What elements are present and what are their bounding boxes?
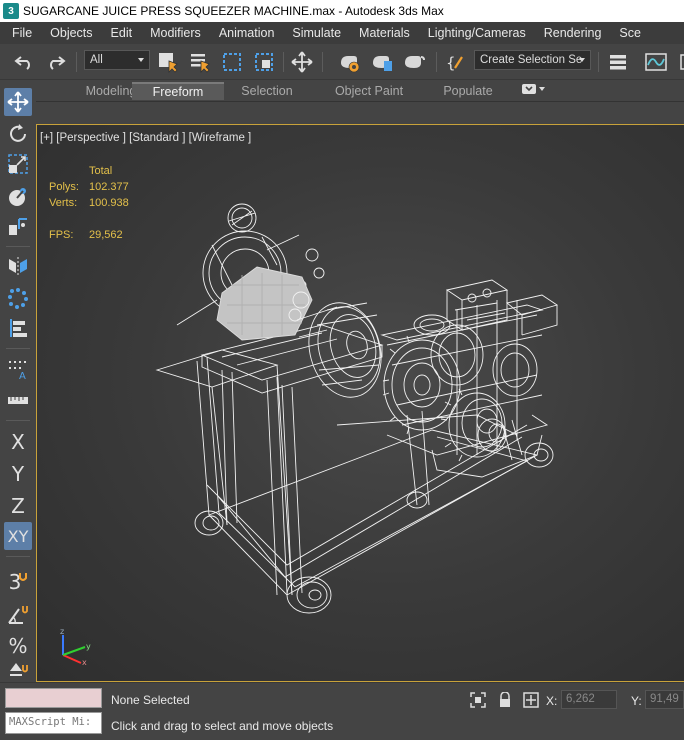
maxscript-listener-input[interactable]: MAXScript Mi: — [5, 712, 102, 734]
toolbar-separator — [598, 52, 599, 72]
measure-icon[interactable] — [4, 386, 32, 414]
menu-bar: File Objects Edit Modifiers Animation Si… — [0, 22, 684, 44]
axis-constraint-xy[interactable]: XY — [4, 522, 32, 550]
chevron-down-icon — [579, 58, 585, 62]
angle-snap-icon[interactable] — [4, 600, 32, 628]
axis-constraint-z[interactable]: Z — [4, 492, 32, 520]
mirror-icon[interactable] — [4, 252, 32, 280]
select-object-icon[interactable] — [156, 50, 180, 74]
menu-objects[interactable]: Objects — [41, 26, 101, 40]
gizmo-x-label: x — [82, 658, 87, 665]
spacing-icon[interactable]: A — [4, 356, 32, 384]
redo-icon[interactable] — [44, 50, 68, 74]
axis-gizmo: z x y — [60, 627, 91, 665]
toolbar-separator — [436, 52, 437, 72]
pivot-icon[interactable] — [4, 212, 32, 240]
panel-separator — [6, 556, 30, 557]
toolbar-separator — [322, 52, 323, 72]
prompt-line: Click and drag to select and move object… — [111, 719, 334, 733]
gizmo-y-label: y — [86, 642, 91, 651]
rectangular-selection-icon[interactable] — [220, 50, 244, 74]
svg-text:A: A — [19, 371, 26, 381]
magnet-icon — [19, 573, 28, 581]
menu-rendering[interactable]: Rendering — [535, 26, 611, 40]
select-and-move-icon[interactable] — [290, 50, 314, 74]
ribbon-tabs: Modeling Freeform Selection Object Paint… — [36, 80, 684, 101]
spinner-snap-icon[interactable] — [4, 660, 32, 680]
window-crossing-icon[interactable] — [252, 50, 276, 74]
undo-icon[interactable] — [12, 50, 36, 74]
ribbon-toggle-icon — [522, 84, 536, 94]
render-icon[interactable] — [402, 50, 426, 74]
gizmo-z-label: z — [60, 627, 64, 636]
wireframe-model[interactable] — [37, 125, 684, 682]
x-coordinate-label: X: — [546, 694, 558, 708]
perspective-viewport[interactable]: [+] [Perspective ] [Standard ] [Wirefram… — [36, 124, 684, 682]
panel-separator — [6, 420, 30, 421]
isolate-selection-icon[interactable] — [469, 691, 487, 709]
window-title: SUGARCANE JUICE PRESS SQUEEZER MACHINE.m… — [23, 4, 444, 18]
array-icon[interactable] — [4, 284, 32, 312]
left-tool-panel: A X Y Z XY 3 % — [0, 80, 36, 682]
menu-animation[interactable]: Animation — [210, 26, 284, 40]
percent-snap-icon[interactable]: % — [4, 632, 32, 660]
layer-explorer-icon[interactable] — [606, 50, 630, 74]
menu-edit[interactable]: Edit — [102, 26, 142, 40]
selection-status: None Selected — [111, 693, 190, 707]
y-coordinate-field[interactable]: 91,49 — [645, 690, 684, 709]
snap-toggle-icon[interactable]: 3 — [4, 568, 32, 596]
select-move-icon[interactable] — [4, 88, 32, 116]
tab-object-paint[interactable]: Object Paint — [326, 82, 412, 100]
toolbar-separator — [283, 52, 284, 72]
chevron-down-icon — [138, 58, 144, 62]
selection-lock-icon[interactable] — [496, 691, 514, 709]
menu-simulate[interactable]: Simulate — [283, 26, 350, 40]
menu-materials[interactable]: Materials — [350, 26, 419, 40]
curve-editor-icon[interactable] — [644, 50, 668, 74]
tab-populate[interactable]: Populate — [436, 82, 500, 100]
schematic-view-icon[interactable] — [674, 50, 684, 74]
chevron-down-icon — [539, 87, 545, 91]
tab-selection[interactable]: Selection — [232, 82, 302, 100]
y-coordinate-label: Y: — [631, 694, 642, 708]
select-by-name-icon[interactable] — [188, 50, 212, 74]
axis-constraint-x[interactable]: X — [4, 428, 32, 456]
named-selection-set-value: Create Selection Se — [480, 54, 583, 66]
tab-freeform[interactable]: Freeform — [132, 82, 224, 100]
panel-separator — [6, 348, 30, 349]
ribbon-panel — [36, 102, 684, 124]
svg-text:{: { — [446, 54, 456, 72]
rotate-icon[interactable] — [4, 120, 32, 148]
axis-constraint-y[interactable]: Y — [4, 460, 32, 488]
app-icon[interactable]: 3 — [3, 3, 19, 19]
menu-scene[interactable]: Sce — [610, 26, 650, 40]
menu-lighting-cameras[interactable]: Lighting/Cameras — [419, 26, 535, 40]
render-frame-icon[interactable] — [370, 50, 394, 74]
edit-named-selection-icon[interactable]: { — [444, 50, 468, 74]
menu-file[interactable]: File — [0, 26, 41, 40]
render-setup-icon[interactable] — [338, 50, 362, 74]
title-bar: 3 SUGARCANE JUICE PRESS SQUEEZER MACHINE… — [0, 0, 684, 22]
maxscript-listener-output[interactable] — [5, 688, 102, 708]
selection-filter-dropdown[interactable]: All — [84, 50, 150, 70]
menu-modifiers[interactable]: Modifiers — [141, 26, 210, 40]
panel-separator — [6, 246, 30, 247]
named-selection-set-dropdown[interactable]: Create Selection Se — [474, 50, 591, 70]
ribbon-options-button[interactable] — [522, 84, 545, 94]
status-bar: MAXScript Mi: None Selected Click and dr… — [0, 682, 684, 740]
selection-filter-value: All — [90, 54, 103, 66]
x-coordinate-field[interactable]: 6,262 — [561, 690, 617, 709]
align-icon[interactable] — [4, 314, 32, 342]
absolute-mode-icon[interactable] — [522, 691, 540, 709]
scale-icon[interactable] — [4, 150, 32, 178]
toolbar-separator — [76, 52, 77, 72]
place-icon[interactable] — [4, 182, 32, 210]
